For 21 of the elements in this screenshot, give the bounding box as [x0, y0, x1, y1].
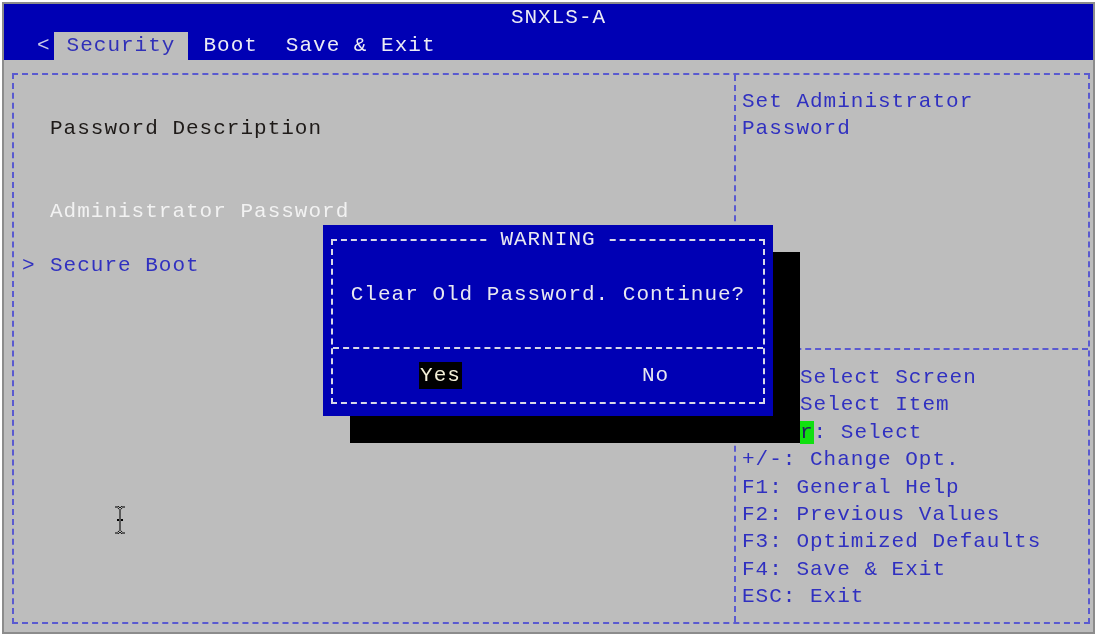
tab[interactable]: Boot	[190, 32, 271, 60]
key-hint: Select Screen	[799, 365, 978, 391]
no-button[interactable]: No	[640, 362, 671, 389]
key-hint: ESC: Exit	[742, 584, 866, 611]
submenu-marker: >	[22, 253, 37, 280]
dialog-message: Clear Old Password. Continue?	[350, 282, 746, 306]
key-hint: F1: General Help	[742, 474, 961, 501]
key-hint: +/-: Change Opt.	[742, 447, 961, 474]
help-text: Password	[742, 116, 852, 143]
help-text: Set Administrator	[742, 89, 975, 115]
section-label: Password Description	[50, 116, 323, 143]
tab[interactable]: Save & Exit	[272, 32, 449, 60]
key-hint: Select Item	[799, 392, 951, 419]
key-hint: F3: Optimized Defaults	[742, 529, 1043, 556]
window-title: SNXLS-A	[509, 6, 607, 29]
yes-button[interactable]: Yes	[419, 362, 462, 389]
tab[interactable]: Security	[53, 32, 189, 60]
key-hint: F2: Previous Values	[742, 501, 1002, 528]
key-hint: F4: Save & Exit	[742, 556, 948, 583]
scroll-indicator: <	[37, 33, 52, 59]
menu-item[interactable]: Secure Boot	[50, 252, 200, 280]
